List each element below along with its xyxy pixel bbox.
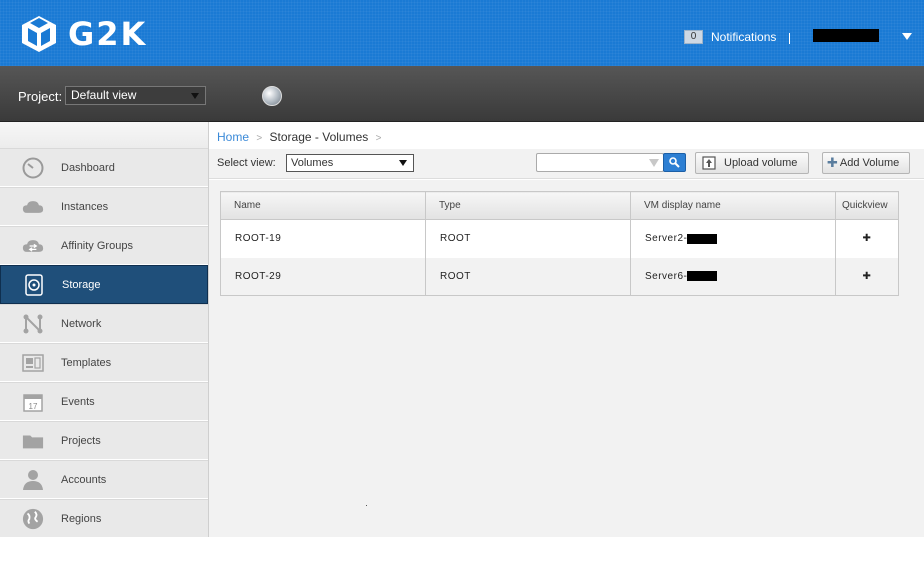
globe-icon[interactable] bbox=[262, 86, 282, 106]
project-select-value: Default view bbox=[71, 88, 137, 102]
chevron-down-icon bbox=[191, 93, 199, 99]
top-header: G2K 0 Notifications bbox=[0, 0, 924, 66]
sidebar-item-label: Network bbox=[61, 317, 102, 330]
project-select[interactable]: Default view bbox=[65, 86, 206, 105]
sidebar-item-instances[interactable]: Instances bbox=[0, 187, 208, 226]
add-volume-label: Add Volume bbox=[839, 157, 900, 169]
network-icon bbox=[22, 313, 44, 335]
upload-volume-button[interactable]: Upload volume bbox=[695, 152, 809, 174]
redacted-block bbox=[687, 233, 718, 244]
search-button[interactable] bbox=[663, 153, 686, 172]
sidebar-item-events[interactable]: 17 Events bbox=[0, 382, 208, 421]
filter-caret-icon[interactable] bbox=[649, 159, 659, 167]
sidebar-item-projects[interactable]: Projects bbox=[0, 421, 208, 460]
breadcrumb: Home > Storage - Volumes > bbox=[217, 130, 385, 144]
quickview-button[interactable]: ✚ bbox=[835, 219, 899, 258]
sidebar-top bbox=[0, 122, 208, 148]
user-menu-caret-icon[interactable] bbox=[902, 33, 912, 40]
notifications-label: Notifications bbox=[711, 30, 777, 44]
sidebar-item-storage[interactable]: Storage bbox=[0, 265, 208, 304]
plus-icon: ✚ bbox=[862, 270, 872, 282]
folder-icon bbox=[22, 430, 44, 452]
sidebar-item-network[interactable]: Network bbox=[0, 304, 208, 343]
cell-vm-display-name[interactable]: Server6- bbox=[630, 257, 836, 296]
redacted-block bbox=[687, 271, 718, 282]
sidebar-item-label: Accounts bbox=[61, 473, 107, 486]
breadcrumb-separator-icon: > bbox=[256, 133, 263, 144]
sidebar-item-label: Events bbox=[61, 395, 95, 408]
search-icon bbox=[669, 157, 680, 168]
sidebar-item-label: Storage bbox=[62, 278, 101, 291]
upload-volume-label: Upload volume bbox=[724, 157, 798, 169]
sidebar-item-templates[interactable]: Templates bbox=[0, 343, 208, 382]
breadcrumb-separator-icon: > bbox=[375, 133, 382, 144]
sidebar: Dashboard Instances Affinity Groups Stor… bbox=[0, 122, 209, 538]
calendar-day-text: 17 bbox=[29, 402, 38, 411]
stray-dot bbox=[366, 505, 367, 506]
cloud-arrows-icon bbox=[22, 235, 44, 257]
vm-name-text: Server6- bbox=[645, 270, 688, 282]
cell-type[interactable]: ROOT bbox=[425, 219, 631, 258]
select-view-label: Select view: bbox=[217, 157, 276, 169]
sidebar-item-regions[interactable]: Regions bbox=[0, 499, 208, 538]
column-header-name[interactable]: Name bbox=[220, 191, 426, 220]
sidebar-item-label: Templates bbox=[61, 356, 112, 369]
plus-icon: ✚ bbox=[862, 233, 872, 245]
table-row[interactable]: ROOT-29 ROOT Server6- ✚ bbox=[220, 257, 899, 296]
notification-count-badge: 0 bbox=[684, 30, 703, 44]
chevron-down-icon bbox=[399, 160, 407, 166]
column-header-type[interactable]: Type bbox=[425, 191, 631, 220]
cell-type[interactable]: ROOT bbox=[425, 257, 631, 296]
logo[interactable]: G2K bbox=[20, 14, 147, 54]
vm-name-text: Server2- bbox=[645, 233, 688, 245]
sidebar-item-label: Regions bbox=[61, 512, 102, 525]
user-icon bbox=[22, 469, 44, 491]
sidebar-item-accounts[interactable]: Accounts bbox=[0, 460, 208, 499]
templates-icon bbox=[22, 352, 44, 374]
notifications-link[interactable]: 0 Notifications bbox=[684, 30, 776, 44]
column-header-quickview: Quickview bbox=[835, 191, 899, 220]
column-header-vm-display-name[interactable]: VM display name bbox=[630, 191, 836, 220]
sidebar-item-label: Projects bbox=[61, 434, 101, 447]
cell-name[interactable]: ROOT-19 bbox=[220, 219, 426, 258]
search-input[interactable] bbox=[536, 153, 664, 172]
select-view-dropdown[interactable]: Volumes bbox=[286, 154, 414, 172]
quickview-button[interactable]: ✚ bbox=[835, 257, 899, 296]
cell-name[interactable]: ROOT-29 bbox=[220, 257, 426, 296]
sidebar-item-label: Instances bbox=[61, 200, 109, 213]
cloud-icon bbox=[22, 196, 44, 218]
breadcrumb-current[interactable]: Storage - Volumes bbox=[270, 130, 369, 144]
breadcrumb-home-link[interactable]: Home bbox=[217, 130, 249, 144]
table-row[interactable]: ROOT-19 ROOT Server2- ✚ bbox=[220, 219, 899, 258]
project-label: Project: bbox=[18, 89, 63, 104]
upload-icon bbox=[702, 156, 716, 170]
sidebar-item-label: Dashboard bbox=[61, 161, 115, 174]
select-view-value: Volumes bbox=[291, 157, 334, 169]
volumes-table: Name Type VM display name Quickview ROOT… bbox=[220, 191, 899, 296]
calendar-icon: 17 bbox=[22, 391, 44, 413]
project-bar: Project: Default view bbox=[0, 66, 924, 122]
list-toolbar: Select view: Volumes Upload volume ✚ Add… bbox=[209, 149, 924, 179]
add-volume-button[interactable]: ✚ Add Volume bbox=[822, 152, 910, 174]
plus-icon: ✚ bbox=[827, 155, 838, 170]
sidebar-item-affinity-groups[interactable]: Affinity Groups bbox=[0, 226, 208, 265]
globe-icon bbox=[22, 508, 44, 530]
disk-icon bbox=[23, 273, 45, 296]
sidebar-item-label: Affinity Groups bbox=[61, 239, 133, 252]
header-divider bbox=[789, 33, 790, 44]
logo-cube-icon bbox=[22, 16, 56, 52]
cell-vm-display-name[interactable]: Server2- bbox=[630, 219, 836, 258]
user-name-redacted[interactable] bbox=[813, 29, 879, 42]
sidebar-item-dashboard[interactable]: Dashboard bbox=[0, 148, 208, 187]
gauge-icon bbox=[22, 157, 44, 179]
logo-text: G2K bbox=[68, 15, 148, 53]
